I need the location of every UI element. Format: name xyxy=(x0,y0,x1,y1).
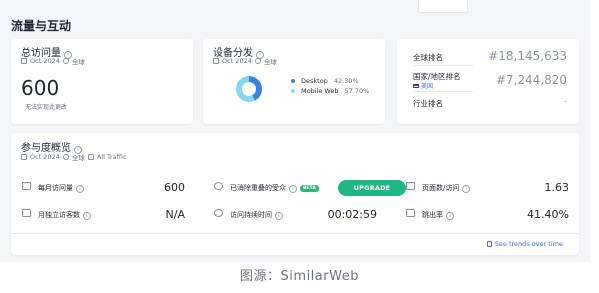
pages-per-visit-label: 页面数/访问 i xyxy=(422,183,471,193)
calendar-icon xyxy=(213,58,219,64)
section-title: 流量与互动 xyxy=(11,19,72,33)
date-label: Oct 2024 xyxy=(30,57,60,65)
floating-tooltip-card xyxy=(418,0,468,13)
global-rank-value: #18,145,633 xyxy=(488,49,567,63)
total-visits-value: 600 xyxy=(21,76,60,100)
image-caption: 图源：SimilarWeb xyxy=(240,269,359,284)
globe-icon xyxy=(62,58,69,64)
unique-visitors-label: 月独立访客数 i xyxy=(38,210,91,220)
info-icon[interactable]: i xyxy=(275,212,283,220)
see-trends-link-text[interactable]: See trends over time xyxy=(495,240,563,248)
legend-pct-desktop: 42.30% xyxy=(333,77,359,85)
legend-label-desktop: Desktop xyxy=(301,77,328,85)
legend-dot-desktop xyxy=(291,79,295,83)
us-flag-icon xyxy=(413,84,419,88)
lock-icon xyxy=(486,241,492,247)
dedup-audience-label-text: 已消除重叠的受众 xyxy=(230,184,286,192)
bounce-rate-label-text: 跳出率 xyxy=(422,211,443,219)
pages-per-visit-value: 1.63 xyxy=(544,181,570,194)
total-visits-note: 无法实现此更改 xyxy=(25,104,68,111)
see-trends-link[interactable]: See trends over time xyxy=(486,240,563,248)
dedup-audience-label: 已消除重叠的受众 i BETA xyxy=(230,183,319,193)
clock-icon xyxy=(214,209,223,217)
info-icon[interactable]: i xyxy=(289,185,297,193)
legend-label-mobile: Mobile Web xyxy=(301,87,339,95)
bounce-rate-label: 跳出率 i xyxy=(422,210,454,220)
audience-icon xyxy=(214,182,223,190)
region-label: 全球 xyxy=(263,58,277,66)
upgrade-button[interactable]: UPGRADE xyxy=(338,180,406,196)
visit-duration-value: 00:02:59 xyxy=(327,208,377,221)
calendar-icon xyxy=(22,182,31,190)
device-meta: Oct 2024 全球 xyxy=(213,56,277,66)
total-visits-card: 总访问量 i Oct 2024 全球 600 无法实现此更改 xyxy=(11,39,193,124)
globe-icon xyxy=(62,154,69,160)
legend-mobile: Mobile Web 57.70% xyxy=(291,87,369,95)
total-visits-meta: Oct 2024 全球 xyxy=(21,56,85,66)
traffic-icon xyxy=(87,154,94,160)
category-rank-label: 行业排名 xyxy=(413,99,443,108)
country-link[interactable]: 美国 xyxy=(413,81,433,90)
person-card-icon xyxy=(22,209,31,217)
info-icon[interactable]: i xyxy=(446,212,454,220)
monthly-visits-label-text: 每月访问量 xyxy=(38,184,73,192)
device-donut-chart xyxy=(236,76,262,102)
visit-duration-label-text: 访问持续时间 xyxy=(230,211,272,219)
unique-visitors-label-text: 月独立访客数 xyxy=(38,211,80,219)
pages-per-visit-label-text: 页面数/访问 xyxy=(422,184,460,192)
date-label: Oct 2024 xyxy=(30,153,60,161)
rankings-card: 全球排名 #18,145,633 国家/地区排名 美国 #7,244,820 行… xyxy=(397,39,579,124)
country-rank-value: #7,244,820 xyxy=(495,73,567,87)
visit-duration-label: 访问持续时间 i xyxy=(230,210,283,220)
rank-divider xyxy=(413,91,473,92)
rank-divider xyxy=(413,65,473,66)
unique-visitors-value: N/A xyxy=(165,208,185,221)
region-label: 全球 xyxy=(71,154,85,162)
bounce-rate-value: 41.40% xyxy=(527,208,569,221)
engagement-divider xyxy=(11,233,580,234)
region-label: 全球 xyxy=(71,58,85,66)
pages-icon xyxy=(406,182,415,190)
globe-icon xyxy=(254,58,261,64)
info-icon[interactable]: i xyxy=(462,185,471,193)
monthly-visits-value: 600 xyxy=(164,181,185,194)
date-label: Oct 2024 xyxy=(222,57,252,65)
beta-badge: BETA xyxy=(300,185,319,192)
bounce-icon xyxy=(406,209,415,217)
traffic-panel: 流量与互动 总访问量 i Oct 2024 全球 600 无法实现此更改 设备分发… xyxy=(0,0,590,262)
country-link-text[interactable]: 美国 xyxy=(421,83,433,90)
monthly-visits-label: 每月访问量 i xyxy=(38,183,84,193)
calendar-icon xyxy=(21,154,27,160)
info-icon[interactable]: i xyxy=(76,185,84,193)
engagement-card: 参与度概览 i Oct 2024 全球 All Traffic xyxy=(11,133,579,255)
info-icon[interactable]: i xyxy=(83,212,91,220)
global-rank-label: 全球排名 xyxy=(413,53,443,62)
calendar-icon xyxy=(21,58,27,64)
device-distribution-card: 设备分发 i Oct 2024 全球 Desktop 42.30% Mobile … xyxy=(203,39,385,124)
legend-dot-mobile xyxy=(291,89,295,93)
legend-desktop: Desktop 42.30% xyxy=(291,77,359,85)
category-rank-value: - xyxy=(564,97,567,106)
traffic-label: All Traffic xyxy=(96,153,127,161)
engagement-meta: Oct 2024 全球 All Traffic xyxy=(21,152,127,162)
legend-pct-mobile: 57.70% xyxy=(344,87,370,95)
